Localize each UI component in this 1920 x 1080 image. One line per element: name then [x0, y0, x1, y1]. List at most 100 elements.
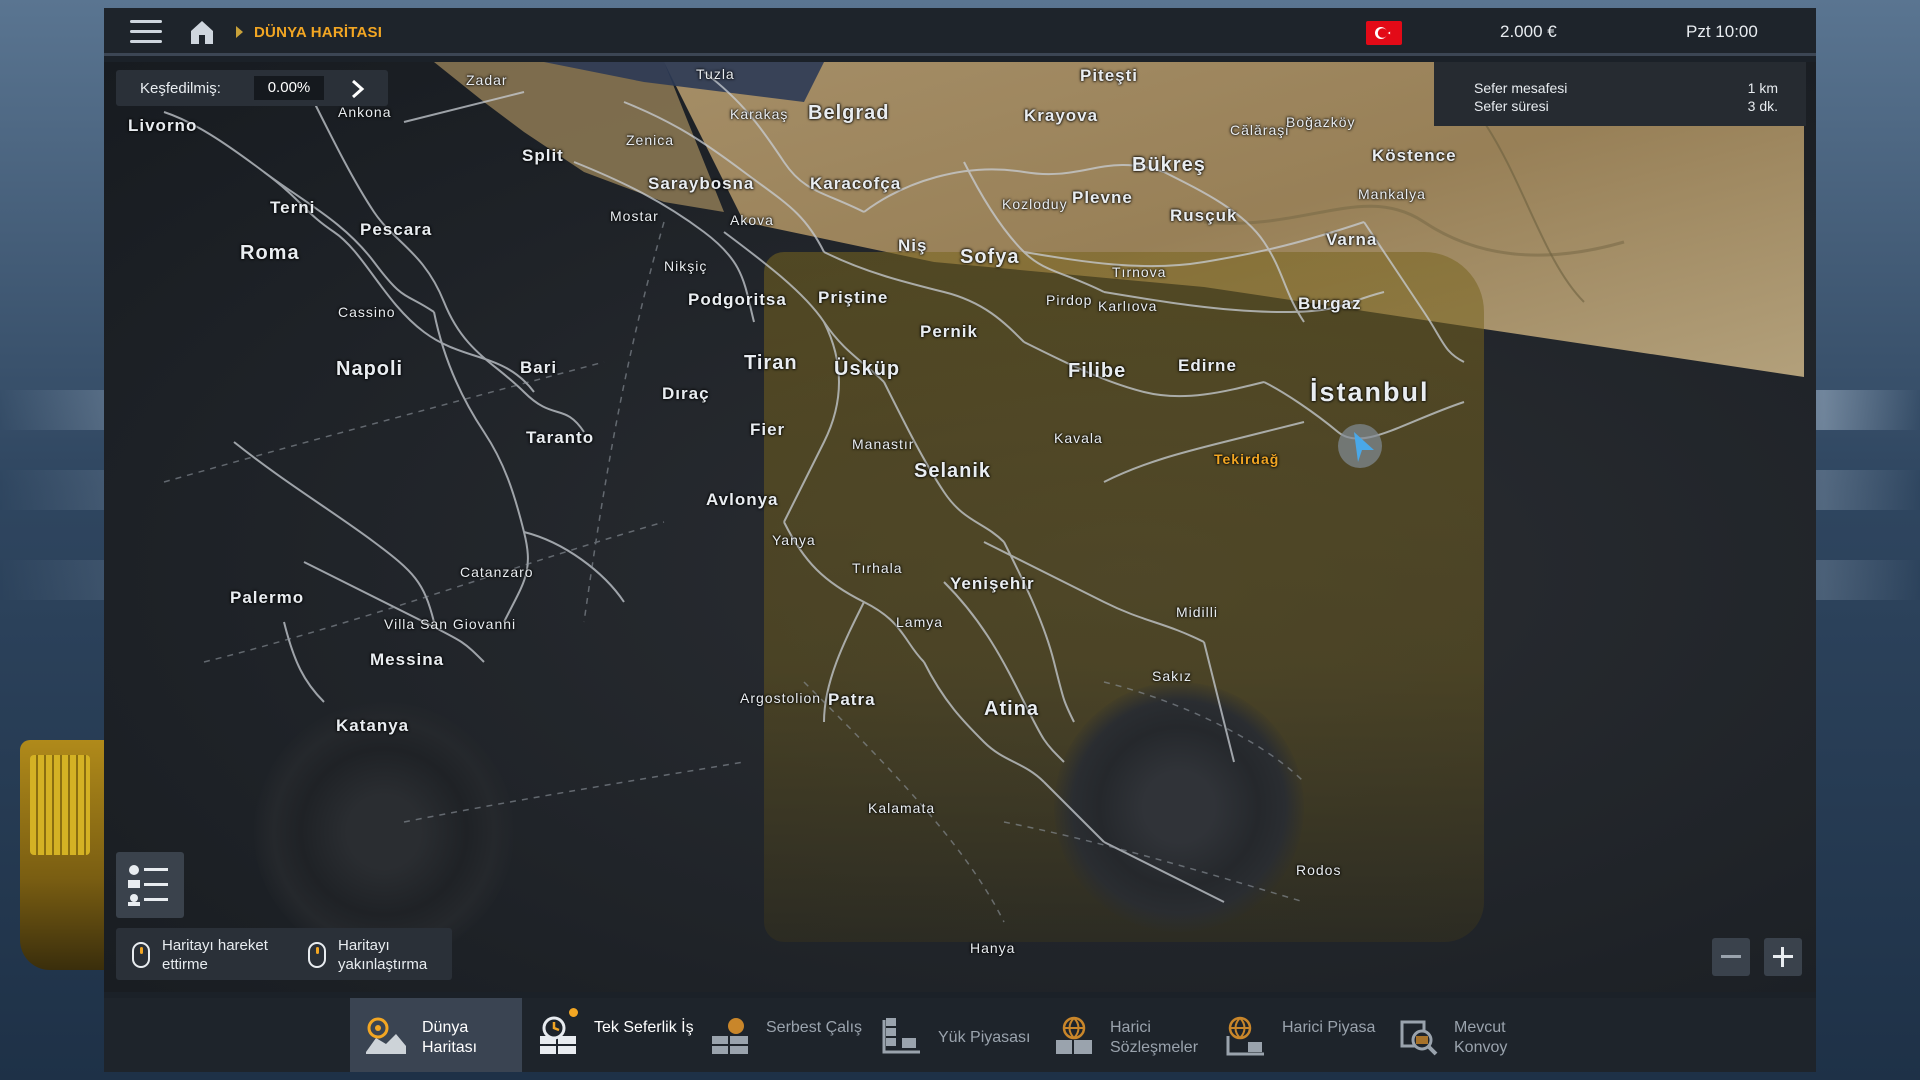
city-label[interactable]: Hanya [970, 940, 1015, 956]
city-label[interactable]: Catanzaro [460, 564, 534, 580]
city-label[interactable]: Cassino [338, 304, 396, 320]
city-label[interactable]: Palermo [230, 588, 304, 608]
city-label[interactable]: Kavala [1054, 430, 1103, 446]
hint-move-map: Haritayı hareket ettirme [162, 937, 268, 973]
city-label[interactable]: Krayova [1024, 106, 1098, 126]
city-label[interactable]: Rodos [1296, 862, 1341, 878]
city-label[interactable]: Lamya [896, 614, 943, 630]
convoy-icon [1400, 1020, 1438, 1056]
world-map-window: DÜNYA HARİTASI 2.000 € Pzt 10:00 Zadar T… [104, 8, 1816, 1072]
map-view[interactable]: Zadar Tuzla Piteşti Livorno Ankona Karak… [104, 62, 1816, 992]
city-label[interactable]: Karakaş [730, 106, 788, 122]
city-label[interactable]: Kalamata [868, 800, 935, 816]
city-label[interactable]: Yanya [772, 532, 816, 548]
city-label[interactable]: Terni [270, 198, 315, 218]
city-label[interactable]: Patra [828, 690, 876, 710]
city-label[interactable]: Selanik [914, 460, 991, 483]
map-legend-button[interactable] [116, 852, 184, 918]
city-label[interactable]: Belgrad [808, 102, 889, 125]
city-label[interactable]: Avlonya [706, 490, 779, 510]
city-label[interactable]: Üsküp [834, 358, 900, 381]
city-label[interactable]: Pirdop [1046, 292, 1092, 308]
city-label[interactable]: Manastır [852, 436, 914, 452]
city-label[interactable]: Zadar [466, 72, 508, 88]
city-label[interactable]: Akova [730, 212, 774, 228]
tab-freight-market[interactable]: Serbest Çalış [694, 998, 866, 1072]
city-label[interactable]: Napoli [336, 358, 403, 381]
city-label[interactable]: Plevne [1072, 188, 1133, 208]
zoom-in-button[interactable] [1764, 938, 1802, 976]
tab-world-map[interactable]: Dünya Haritası [350, 998, 522, 1072]
city-label[interactable]: Niş [898, 236, 927, 256]
trip-info-panel: Sefer mesafesi 1 km Sefer süresi 3 dk. [1434, 62, 1806, 126]
city-label[interactable]: Ankona [338, 104, 391, 120]
city-label[interactable]: Pernik [920, 322, 978, 342]
tab-cargo-market[interactable]: Yük Piyasası [866, 998, 1038, 1072]
turkey-flag-icon [1366, 21, 1402, 45]
city-label[interactable]: Mostar [610, 208, 659, 224]
city-label[interactable]: Zenica [626, 132, 674, 148]
city-label[interactable]: Roma [240, 242, 300, 265]
city-label[interactable]: Tuzla [696, 66, 735, 82]
city-label[interactable]: Atina [984, 698, 1039, 721]
city-label[interactable]: Bari [520, 358, 557, 378]
city-label[interactable]: Split [522, 146, 564, 166]
city-label[interactable]: Sakız [1152, 668, 1192, 684]
freight-market-icon [712, 1018, 748, 1054]
zoom-out-button[interactable] [1712, 938, 1750, 976]
city-label[interactable]: Dıraç [662, 384, 710, 404]
city-label[interactable]: Podgoritsa [688, 290, 787, 310]
legend-list-icon [128, 865, 168, 906]
home-icon[interactable] [188, 18, 216, 46]
city-label[interactable]: Karacofça [810, 174, 901, 194]
city-label[interactable]: Varna [1326, 230, 1377, 250]
tab-quick-job[interactable]: Tek Seferlik İş [522, 998, 694, 1072]
city-label[interactable]: İstanbul [1310, 377, 1430, 408]
tab-external-contracts[interactable]: Harici Sözleşmeler [1038, 998, 1210, 1072]
city-label[interactable]: Pescara [360, 220, 432, 240]
trip-distance-value: 1 km [1747, 80, 1778, 96]
city-label[interactable]: Rusçuk [1170, 206, 1237, 226]
player-arrow-icon [1354, 432, 1374, 462]
city-label[interactable]: Sofya [960, 246, 1019, 269]
player-location-label[interactable]: Tekirdağ [1214, 451, 1279, 467]
city-label[interactable]: Burgaz [1298, 294, 1362, 314]
menu-icon[interactable] [130, 20, 162, 44]
city-label[interactable]: Yenişehir [950, 574, 1035, 594]
city-label[interactable]: Saraybosna [648, 174, 754, 194]
city-label[interactable]: Bükreş [1132, 154, 1206, 177]
city-label[interactable]: Piteşti [1080, 66, 1138, 86]
city-label[interactable]: Filibe [1068, 360, 1126, 383]
tab-convoy[interactable]: Mevcut Konvoy [1382, 998, 1554, 1072]
city-label[interactable]: Boğazköy [1286, 114, 1355, 130]
city-label[interactable]: Nikşiç [664, 258, 707, 274]
player-truck-marker[interactable] [1338, 424, 1382, 468]
city-label[interactable]: Tırhala [852, 560, 903, 576]
city-label[interactable]: Argostolion [740, 690, 821, 706]
city-label[interactable]: Katanya [336, 716, 409, 736]
hint-zoom-map: Haritayı yakınlaştırma [338, 937, 428, 973]
tab-label: Tek Seferlik İş [594, 1019, 694, 1036]
city-label[interactable]: Taranto [526, 428, 594, 448]
city-label[interactable]: Midilli [1176, 604, 1218, 620]
city-label[interactable]: Messina [370, 650, 444, 670]
city-label[interactable]: Priştine [818, 288, 888, 308]
city-label[interactable]: Fier [750, 420, 785, 440]
city-label[interactable]: Tiran [744, 352, 798, 375]
city-label[interactable]: Köstence [1372, 146, 1457, 166]
city-label[interactable]: Călăraşi [1230, 122, 1289, 138]
external-contracts-icon [1056, 1016, 1092, 1054]
tab-external-market[interactable]: Harici Piyasa [1210, 998, 1382, 1072]
tab-label: Serbest Çalış [766, 1019, 863, 1036]
ferry-routes [163, 221, 1305, 923]
city-label[interactable]: Mankalya [1358, 186, 1426, 202]
city-label[interactable]: Livorno [128, 116, 197, 136]
world-map-icon [366, 1017, 406, 1054]
city-label[interactable]: Edirne [1178, 356, 1237, 376]
city-label[interactable]: Kozloduy [1002, 196, 1068, 212]
city-label[interactable]: Villa San Giovanni [384, 616, 516, 632]
city-label[interactable]: Tırnova [1112, 264, 1166, 280]
city-label[interactable]: Karlıova [1098, 298, 1157, 314]
explored-value: 0.00% [254, 76, 324, 100]
chevron-right-icon[interactable] [346, 78, 368, 100]
